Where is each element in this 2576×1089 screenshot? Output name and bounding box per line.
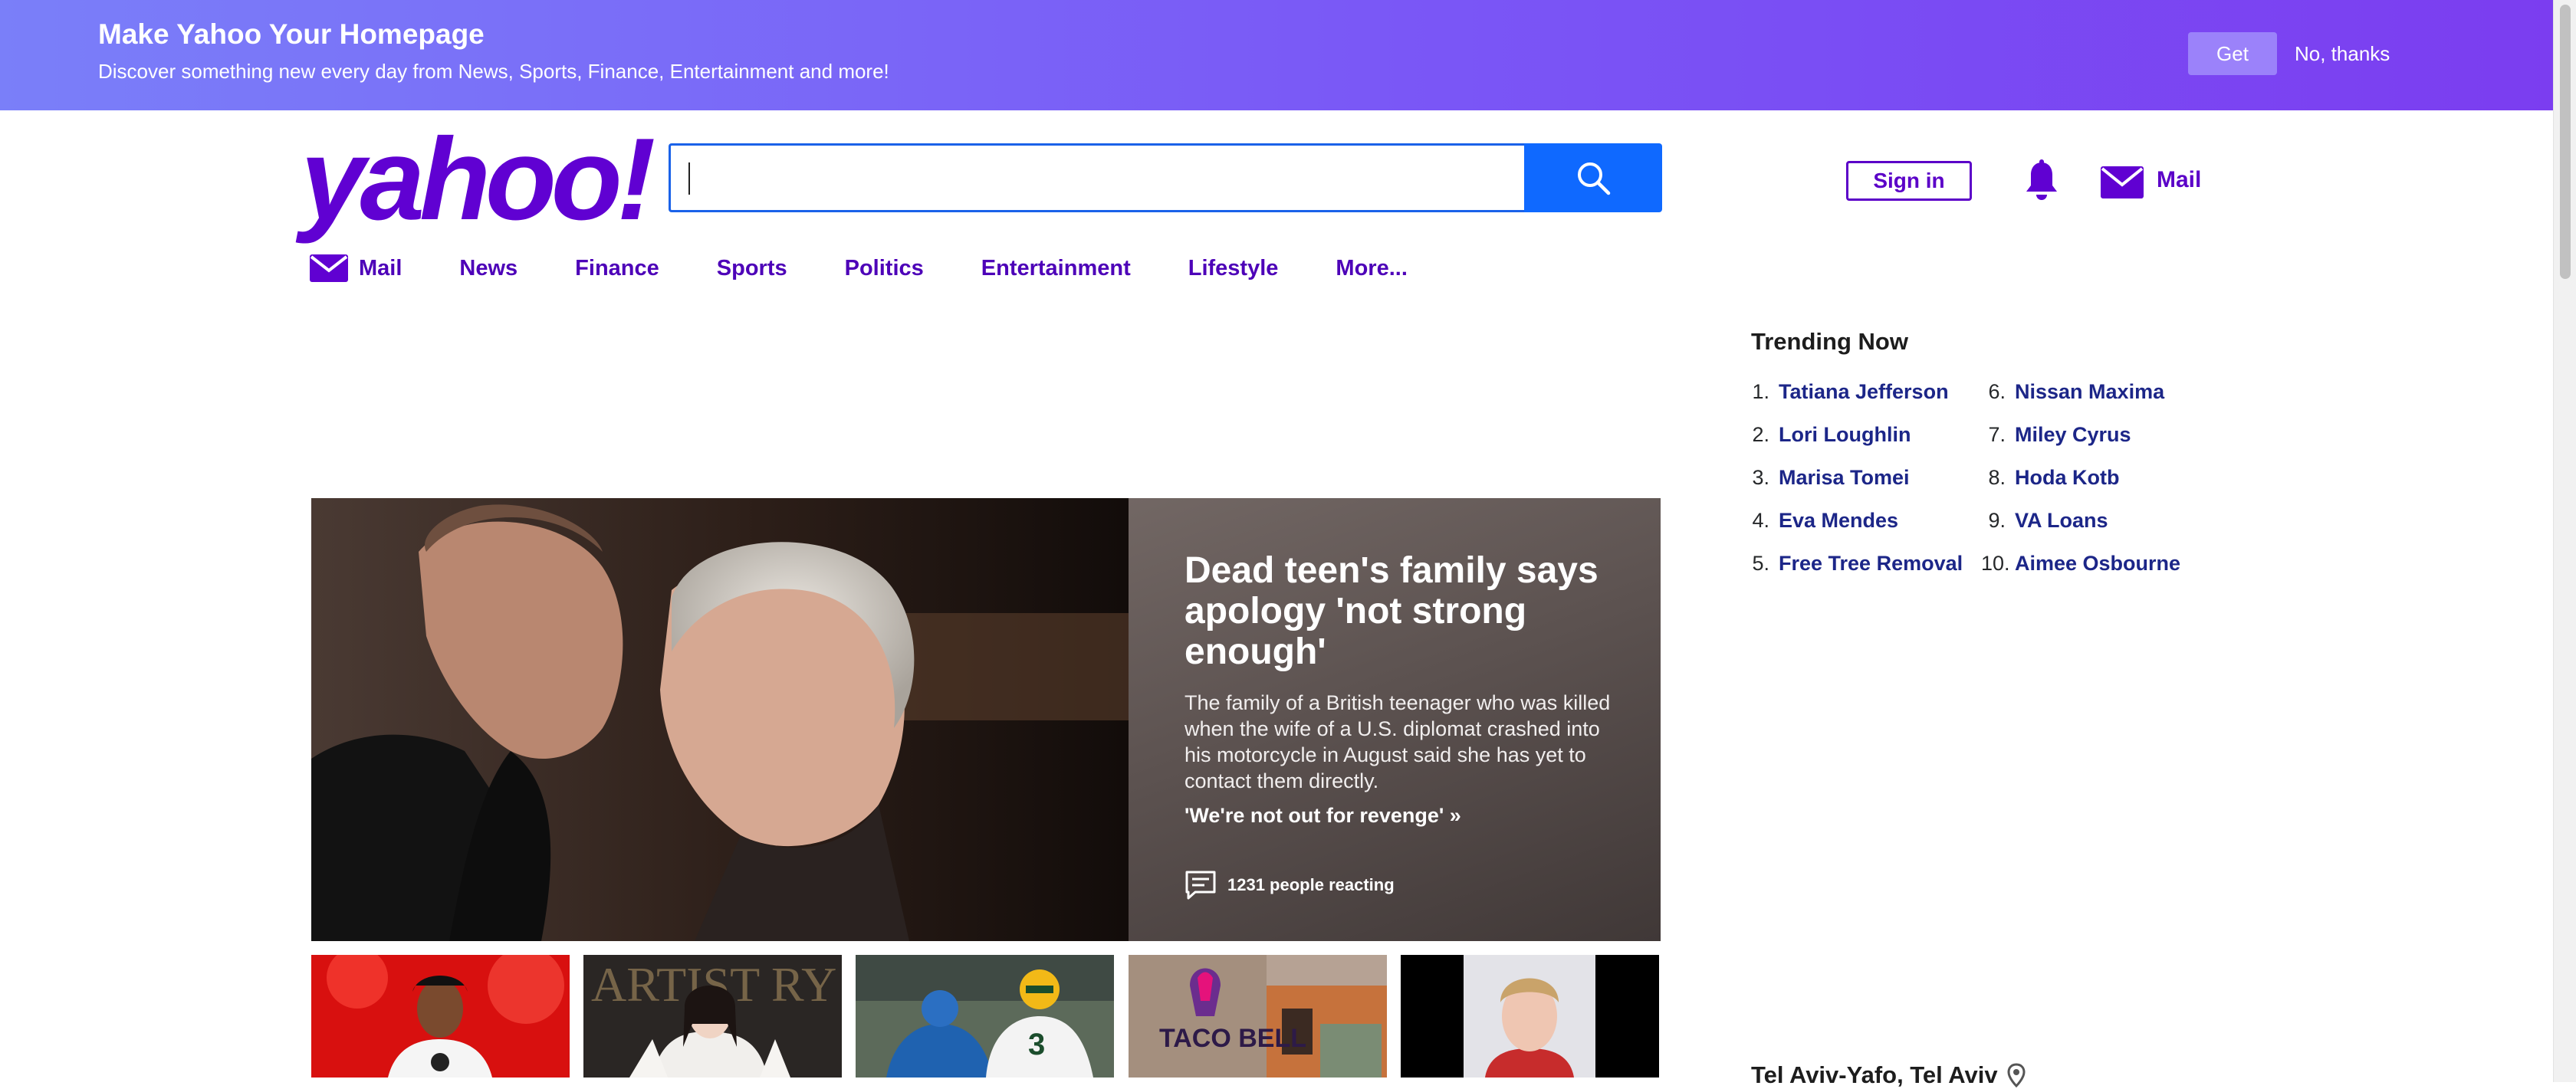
- trending-rank: 10.: [1981, 552, 2010, 575]
- trending-title: Trending Now: [1751, 328, 1908, 355]
- bell-icon[interactable]: [2022, 159, 2061, 202]
- trending-link[interactable]: Marisa Tomei: [1779, 466, 1910, 490]
- trending-item[interactable]: 3. Marisa Tomei: [1745, 466, 1963, 509]
- weather-location[interactable]: Tel Aviv-Yafo, Tel Aviv: [1751, 1061, 2026, 1089]
- trending-rank: 6.: [1988, 380, 2006, 403]
- thumbnail-story-5[interactable]: [1401, 955, 1659, 1078]
- location-name: Tel Aviv-Yafo, Tel Aviv: [1751, 1061, 1998, 1088]
- nav-item-entertainment[interactable]: Entertainment: [981, 256, 1131, 281]
- mail-icon: [310, 254, 348, 282]
- trending-item[interactable]: 4. Eva Mendes: [1745, 509, 1963, 552]
- hero-description: The family of a British teenager who was…: [1184, 691, 1611, 792]
- trending-item[interactable]: 7. Miley Cyrus: [1981, 423, 2180, 466]
- trending-item[interactable]: 5. Free Tree Removal: [1745, 552, 1963, 595]
- trending-rank: 3.: [1752, 466, 1769, 489]
- banner-title: Make Yahoo Your Homepage: [98, 18, 485, 50]
- mugshot-photo-icon: [1401, 955, 1659, 1078]
- thumbnail-story-2[interactable]: ARTIST RY: [583, 955, 842, 1078]
- nav-item-mail[interactable]: Mail: [310, 254, 402, 282]
- trending-item[interactable]: 10. Aimee Osbourne: [1981, 552, 2180, 595]
- banner-subtitle: Discover something new every day from Ne…: [98, 60, 889, 83]
- homepage-promo-banner: Make Yahoo Your Homepage Discover someth…: [0, 0, 2553, 110]
- trending-item[interactable]: 8. Hoda Kotb: [1981, 466, 2180, 509]
- svg-text:3: 3: [1028, 1028, 1045, 1061]
- hero-photo[interactable]: [311, 498, 1129, 941]
- trending-rank: 4.: [1752, 509, 1769, 532]
- trending-item[interactable]: 9. VA Loans: [1981, 509, 2180, 552]
- trending-link[interactable]: Eva Mendes: [1779, 509, 1898, 533]
- hero-headline[interactable]: Dead teen's family says apology 'not str…: [1184, 550, 1614, 672]
- search-input[interactable]: [671, 146, 1524, 210]
- hero-text-panel: Dead teen's family says apology 'not str…: [1129, 498, 1661, 941]
- search-button[interactable]: [1524, 143, 1662, 212]
- nav-item-politics[interactable]: Politics: [845, 256, 924, 281]
- football-photo-icon: 3: [856, 955, 1114, 1078]
- hero-story[interactable]: Dead teen's family says apology 'not str…: [311, 498, 1661, 941]
- trending-link[interactable]: Nissan Maxima: [2015, 380, 2164, 404]
- get-button[interactable]: Get: [2188, 32, 2277, 75]
- no-thanks-link[interactable]: No, thanks: [2295, 42, 2390, 66]
- trending-link[interactable]: Tatiana Jefferson: [1779, 380, 1949, 404]
- trending-column-2: 6. Nissan Maxima 7. Miley Cyrus 8. Hoda Kot…: [1981, 380, 2180, 595]
- taco-bell-photo-icon: TACO BELL: [1129, 955, 1387, 1078]
- search-icon: [1578, 162, 1611, 195]
- trending-item[interactable]: 6. Nissan Maxima: [1981, 380, 2180, 423]
- scrollbar-thumb[interactable]: [2560, 5, 2571, 279]
- trending-item[interactable]: 2. Lori Loughlin: [1745, 423, 1963, 466]
- location-pin-icon: [2007, 1063, 2026, 1087]
- nav-item-label: Mail: [359, 255, 402, 280]
- main-nav: Mail News Finance Sports Politics Entert…: [310, 253, 1465, 284]
- search-field[interactable]: [669, 143, 1524, 212]
- trending-link[interactable]: Miley Cyrus: [2015, 423, 2131, 447]
- text-cursor: [688, 162, 690, 195]
- comment-icon: [1185, 871, 1216, 900]
- svg-text:TACO BELL: TACO BELL: [1159, 1024, 1306, 1053]
- trending-column-1: 1. Tatiana Jefferson 2. Lori Loughlin 3. Ma…: [1745, 380, 1963, 595]
- trending-rank: 1.: [1752, 380, 1769, 403]
- trending-link[interactable]: Aimee Osbourne: [2015, 552, 2180, 576]
- nav-item-news[interactable]: News: [459, 256, 518, 281]
- nav-item-more[interactable]: More...: [1336, 256, 1407, 281]
- thumbnail-story-4[interactable]: TACO BELL: [1129, 955, 1387, 1078]
- nav-item-finance[interactable]: Finance: [575, 256, 659, 281]
- trending-link[interactable]: Hoda Kotb: [2015, 466, 2119, 490]
- yahoo-logo[interactable]: yahoo!: [301, 121, 656, 238]
- woman-photo-icon: ARTIST RY: [583, 955, 842, 1078]
- trending-link[interactable]: VA Loans: [2015, 509, 2108, 533]
- page-scrollbar[interactable]: [2553, 0, 2576, 1082]
- hero-reactions[interactable]: 1231 people reacting: [1184, 870, 1395, 900]
- sign-in-button[interactable]: Sign in: [1846, 161, 1972, 201]
- hero-related-link[interactable]: 'We're not out for revenge' »: [1184, 804, 1461, 828]
- thumbnail-story-1[interactable]: [311, 955, 570, 1078]
- celebrity-photo-icon: [311, 955, 570, 1078]
- trending-rank: 9.: [1988, 509, 2006, 532]
- mail-icon[interactable]: [2101, 166, 2144, 198]
- trending-rank: 7.: [1988, 423, 2006, 446]
- trending-link[interactable]: Lori Loughlin: [1779, 423, 1911, 447]
- header-mail-link[interactable]: Mail: [2157, 167, 2201, 193]
- nav-item-sports[interactable]: Sports: [717, 256, 787, 281]
- thumbnail-story-3[interactable]: 3: [856, 955, 1114, 1078]
- trending-link[interactable]: Free Tree Removal: [1779, 552, 1963, 576]
- reaction-count: 1231 people reacting: [1227, 875, 1395, 894]
- trending-item[interactable]: 1. Tatiana Jefferson: [1745, 380, 1963, 423]
- trending-rank: 8.: [1988, 466, 2006, 489]
- trending-rank: 5.: [1752, 552, 1769, 575]
- nav-item-lifestyle[interactable]: Lifestyle: [1188, 256, 1279, 281]
- trending-rank: 2.: [1752, 423, 1769, 446]
